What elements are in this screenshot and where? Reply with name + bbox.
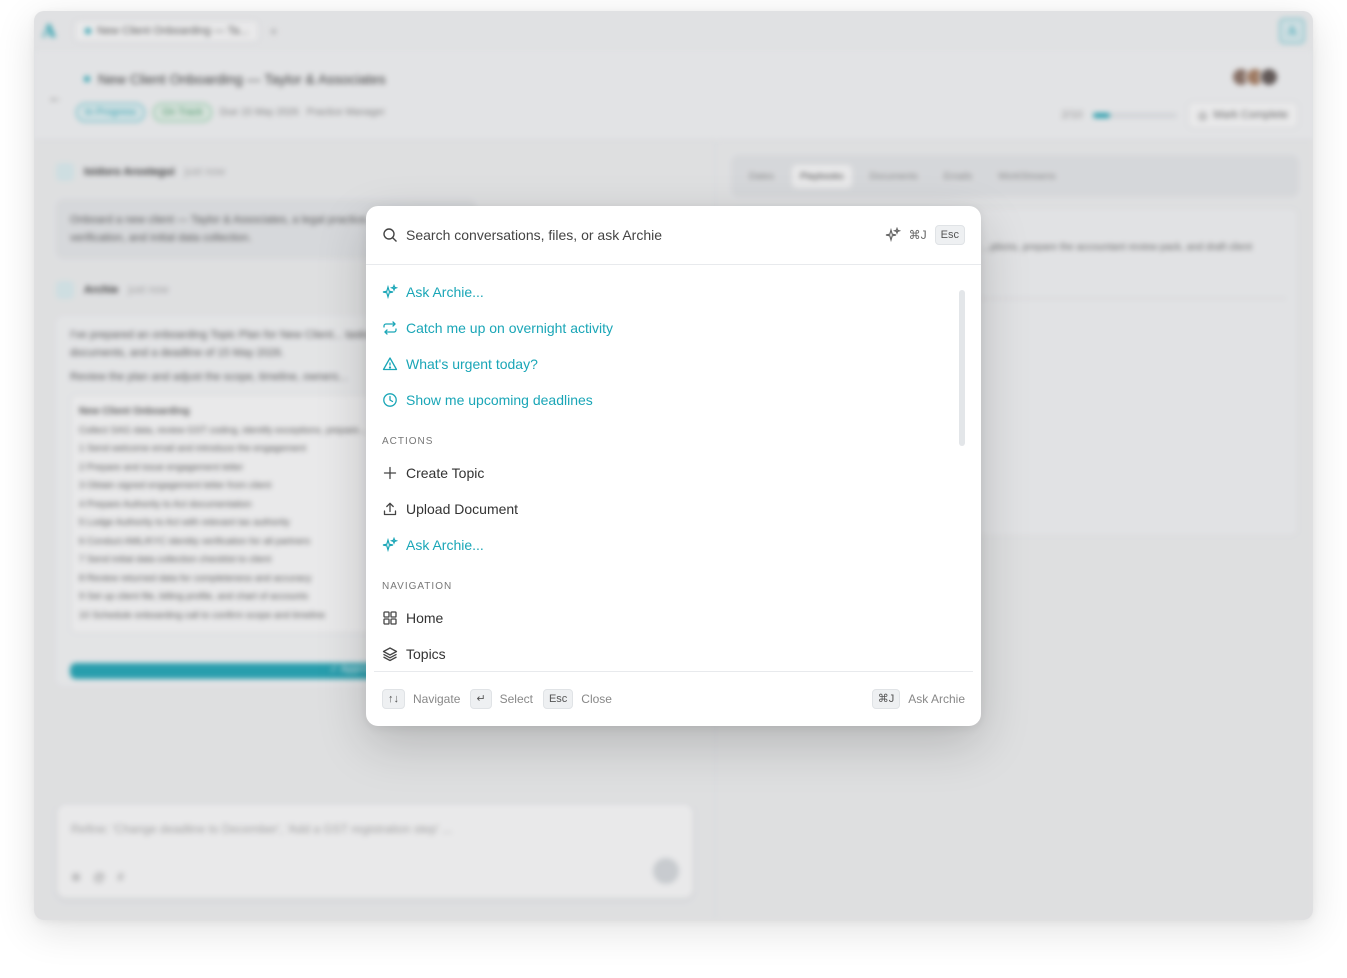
suggestion-label: Catch me up on overnight activity	[406, 320, 613, 336]
palette-footer: ↑↓ Navigate ↵ Select Esc Close ⌘J Ask Ar…	[366, 672, 981, 726]
suggestion-label: What's urgent today?	[406, 356, 538, 372]
hint-label: Ask Archie	[908, 692, 965, 706]
nav-topics[interactable]: Topics	[382, 642, 446, 666]
suggestion-urgent[interactable]: What's urgent today?	[382, 352, 538, 376]
action-ask-archie[interactable]: Ask Archie...	[382, 533, 484, 557]
hint-label: Select	[499, 692, 533, 706]
hint-label: Close	[581, 692, 612, 706]
sparkles-icon	[382, 537, 398, 553]
hint-label: Navigate	[413, 692, 461, 706]
suggestion-label: Show me upcoming deadlines	[406, 392, 593, 408]
cmd-j-key-icon: ⌘J	[871, 689, 901, 709]
hint-close: Esc Close	[542, 689, 612, 709]
suggestion-ask-archie[interactable]: Ask Archie...	[382, 280, 484, 304]
sparkles-icon	[885, 227, 901, 243]
action-label: Create Topic	[406, 465, 485, 481]
suggestion-label: Ask Archie...	[406, 284, 484, 300]
navigation-heading: NAVIGATION	[382, 581, 453, 592]
upload-icon	[383, 502, 397, 516]
action-upload-document[interactable]: Upload Document	[382, 497, 518, 521]
nav-home[interactable]: Home	[382, 606, 443, 630]
palette-results: Ask Archie... Catch me up on overnight a…	[366, 266, 981, 670]
actions-heading: ACTIONS	[382, 436, 434, 447]
plus-icon	[383, 466, 397, 480]
action-label: Ask Archie...	[406, 537, 484, 553]
hint-navigate: ↑↓ Navigate	[382, 689, 460, 709]
results-scrollbar[interactable]	[959, 290, 965, 446]
command-palette: ⌘J Esc Ask Archie... Catch me up on over…	[366, 206, 981, 726]
hint-ask-archie[interactable]: ⌘J Ask Archie	[871, 689, 965, 709]
repeat-icon	[383, 321, 397, 335]
enter-key-icon: ↵	[470, 689, 492, 709]
search-row: ⌘J Esc	[366, 206, 981, 265]
action-label: Upload Document	[406, 501, 519, 517]
esc-key-icon: Esc	[542, 689, 574, 709]
nav-label: Home	[406, 610, 444, 626]
ai-shortcut-label: ⌘J	[908, 228, 927, 242]
arrow-keys-icon: ↑↓	[382, 689, 405, 709]
suggestion-catch-up[interactable]: Catch me up on overnight activity	[382, 316, 613, 340]
grid-icon	[383, 611, 397, 625]
suggestion-deadlines[interactable]: Show me upcoming deadlines	[382, 388, 593, 412]
search-shortcuts: ⌘J Esc	[885, 225, 965, 245]
layers-icon	[382, 647, 398, 662]
hint-select: ↵ Select	[470, 689, 533, 709]
esc-key-button[interactable]: Esc	[934, 225, 965, 245]
warning-icon	[382, 357, 398, 371]
nav-label: Topics	[406, 646, 446, 662]
action-create-topic[interactable]: Create Topic	[382, 461, 484, 485]
clock-icon	[383, 393, 397, 407]
search-input[interactable]	[406, 227, 885, 243]
search-icon	[383, 228, 397, 242]
sparkles-icon	[382, 284, 398, 300]
